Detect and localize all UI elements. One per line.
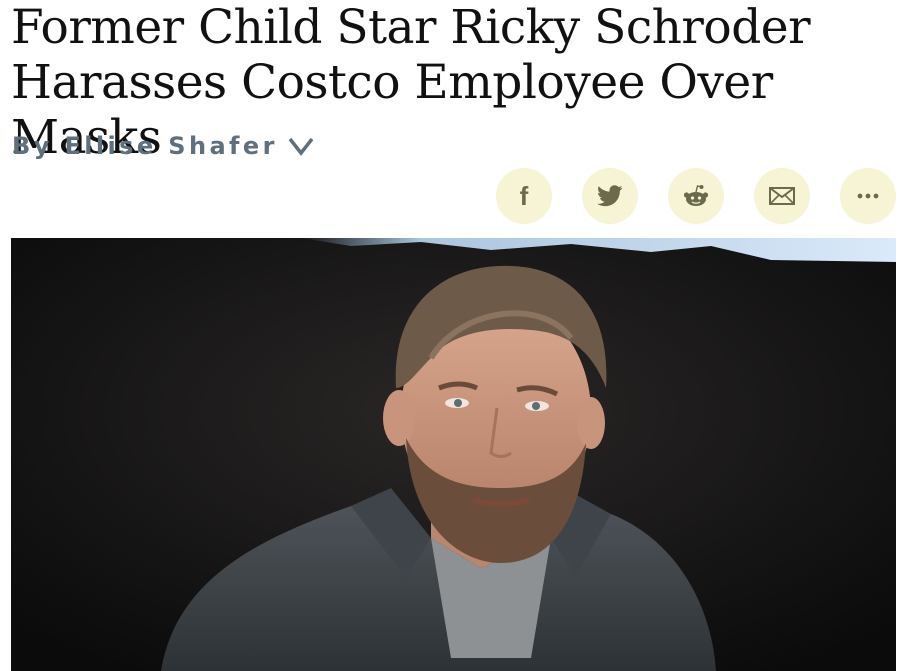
chevron-down-icon[interactable] [288,135,314,157]
share-more-button[interactable] [840,168,896,224]
share-email-button[interactable] [754,168,810,224]
byline-author[interactable]: By Ellise Shafer [12,132,278,160]
reddit-icon [683,185,709,206]
share-twitter-button[interactable] [582,168,638,224]
hero-photo-illustration [11,238,896,671]
twitter-icon [597,185,623,207]
hero-image [11,238,896,671]
more-icon [857,193,879,199]
share-reddit-button[interactable] [668,168,724,224]
facebook-icon: f [520,183,529,209]
email-icon [769,187,795,205]
byline[interactable]: By Ellise Shafer [12,132,314,160]
share-facebook-button[interactable]: f [496,168,552,224]
svg-text:f: f [520,183,529,209]
share-bar: f [496,168,896,224]
article-page: Former Child Star Ricky Schroder Harasse… [0,0,909,671]
